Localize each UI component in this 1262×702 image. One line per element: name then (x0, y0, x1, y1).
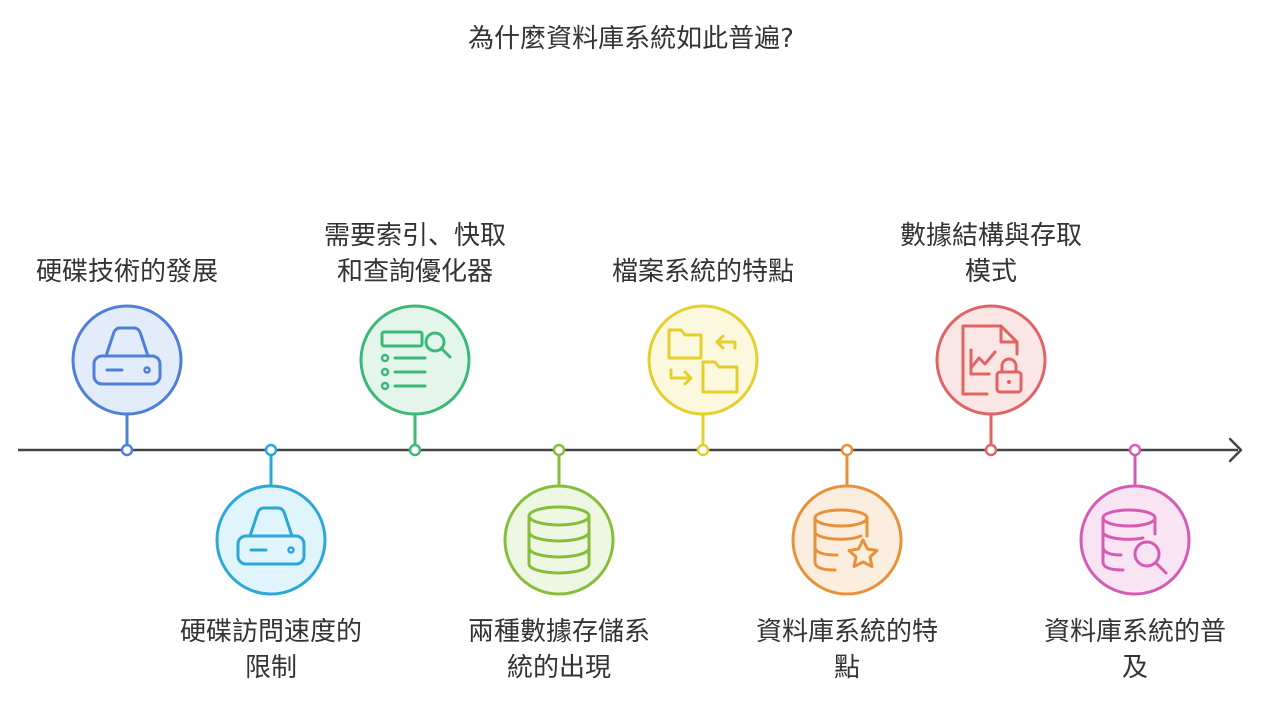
event-icon-circle (935, 304, 1047, 416)
event-icon-circle (71, 304, 183, 416)
timeline (18, 304, 1243, 596)
event-marker-dot (840, 443, 854, 457)
event-label-line: 硬碟訪問速度的 (179, 617, 362, 647)
event-label-line: 兩種數據存儲系 (467, 617, 650, 647)
event-label-line: 資料庫系統的普 (1043, 617, 1226, 647)
event-label: 兩種數據存儲系 統的出現 (439, 614, 679, 686)
event-label: 硬碟技術的發展 (7, 254, 247, 290)
event-marker-dot (984, 443, 998, 457)
event-label-line: 模式 (964, 257, 1017, 287)
event-label: 數據結構與存取 模式 (871, 218, 1111, 290)
event-marker-dot (552, 443, 566, 457)
event-label-line: 硬碟技術的發展 (35, 257, 218, 287)
event-marker-dot (696, 443, 710, 457)
event-label-line: 資料庫系統的特 (755, 617, 938, 647)
event-label-line: 統的出現 (506, 653, 611, 683)
event-marker-dot (1128, 443, 1142, 457)
event-label-line: 限制 (244, 653, 297, 683)
event-label-line: 檔案系統的特點 (611, 257, 794, 287)
event-label: 資料庫系統的特點 (727, 614, 967, 686)
event-label-line: 及 (1121, 653, 1148, 683)
event-icon-circle (215, 484, 327, 596)
event-label: 硬碟訪問速度的 限制 (151, 614, 391, 686)
event-label: 資料庫系統的普及 (1015, 614, 1255, 686)
event-icon-circle (647, 304, 759, 416)
event-label: 檔案系統的特點 (583, 254, 823, 290)
event-marker-dot (264, 443, 278, 457)
event-label: 需要索引、快取 和查詢優化器 (295, 218, 535, 290)
event-label-line: 點 (833, 653, 860, 683)
event-marker-dot (408, 443, 422, 457)
event-label-line: 需要索引、快取 (323, 221, 506, 251)
event-icon-circle (359, 304, 471, 416)
event-label-line: 和查詢優化器 (336, 257, 493, 287)
event-marker-dot (120, 443, 134, 457)
event-label-line: 數據結構與存取 (899, 221, 1082, 251)
